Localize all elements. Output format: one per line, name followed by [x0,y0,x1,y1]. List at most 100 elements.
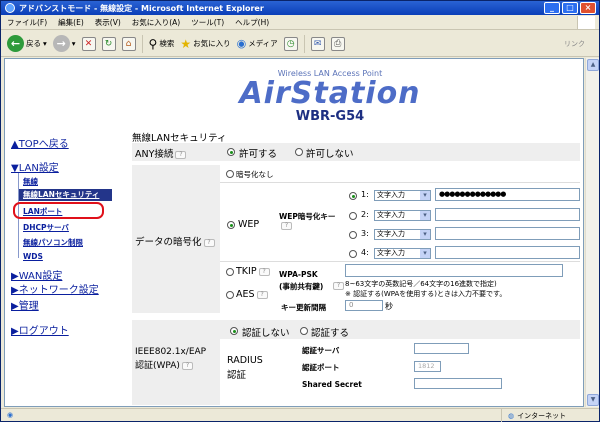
favorites-button[interactable]: ★ お気に入り [180,37,230,51]
refresh-icon[interactable]: ↻ [101,36,116,51]
page-title: 無線LANセキュリティ [132,133,227,144]
shared-secret-input[interactable] [414,378,502,389]
zone-label: インターネット [517,411,567,420]
status-bar: ◉ ◍ インターネット [1,408,599,422]
auth-server-input[interactable] [414,343,469,354]
wep-key4-type-select[interactable]: 文字入力 [374,248,431,259]
menu-help[interactable]: ヘルプ(H) [235,17,269,28]
ie-icon [5,3,15,13]
any-deny-radio[interactable] [295,148,303,156]
wep-key2-radio[interactable] [349,212,357,220]
maximize-button[interactable]: □ [562,2,578,14]
wep-key1-input[interactable]: ●●●●●●●●●●●●● [435,188,580,201]
close-button[interactable]: × [580,2,596,14]
enc-none-radio[interactable] [226,170,234,178]
wep-key3-type-select[interactable]: 文字入力 [374,229,431,240]
any-allow-radio[interactable] [227,148,235,156]
ieee-label2-text: 認証(WPA) [135,361,180,371]
window-title: アドバンストモード - 無線設定 - Microsoft Internet Ex… [19,3,264,13]
print-icon[interactable]: ⎙ [330,36,345,51]
encryption-label: データの暗号化? [135,234,215,248]
enc-wep-label: WEP [238,219,260,230]
interval-unit: 秒 [385,302,393,311]
wep-key3-input[interactable] [435,227,580,240]
page-status-icon: ◉ [7,411,14,419]
media-button[interactable]: ◉ メディア [237,37,278,50]
model-name: WBR-G54 [295,109,365,124]
nav-dhcp[interactable]: DHCPサーバ [23,222,69,233]
nav-pc-restrict[interactable]: 無線パソコン制限 [23,237,83,248]
nav-lan-settings[interactable]: ▼LAN設定 [11,159,59,174]
menu-file[interactable]: ファイル(F) [7,17,47,28]
interval-input[interactable]: 0 [345,300,383,311]
highlight-circle [13,202,104,219]
psk-note1: 8~63文字の英数記号／64文字の16進数で指定) [345,280,497,288]
history-icon[interactable]: ◷ [283,36,298,51]
chevron-down-icon: ▾ [71,39,76,48]
wep-key4-num: 4: [361,248,369,257]
any-row [132,143,580,161]
favorites-label: お気に入り [193,39,231,48]
auth-on-label: 認証する [311,328,350,339]
help-icon[interactable]: ? [175,150,187,159]
wep-key4-radio[interactable] [349,250,357,258]
ieee-label: IEEE802.1x/EAP [135,347,207,357]
menu-edit[interactable]: 編集(E) [58,17,84,28]
nav-wireless[interactable]: 無線 [23,176,38,187]
help-icon[interactable]: ? [203,238,215,247]
wep-key3-num: 3: [361,229,369,238]
menu-favorites[interactable]: お気に入り(A) [132,17,180,28]
forward-button[interactable]: → ▾ [52,35,76,52]
nav-wds[interactable]: WDS [23,252,43,261]
nav-wireless-security[interactable]: 無線LANセキュリティ [19,189,112,201]
wep-key1-type-select[interactable]: 文字入力 [374,190,431,201]
auth-on-radio[interactable] [300,327,308,335]
nav-top-link[interactable]: ▲TOPへ戻る [11,135,69,150]
back-arrow-icon: ← [7,35,24,52]
menu-tools[interactable]: ツール(T) [191,17,224,28]
media-icon: ◉ [236,37,247,50]
scroll-down-icon[interactable]: ▼ [587,394,599,406]
back-label: 戻る [26,39,41,48]
auth-off-radio[interactable] [230,327,238,335]
divider [220,261,580,262]
forward-arrow-icon: → [52,35,70,52]
wep-key1-radio[interactable] [349,192,357,200]
browser-window: アドバンストモード - 無線設定 - Microsoft Internet Ex… [0,0,600,422]
vertical-scrollbar[interactable]: ▲ ▼ [585,58,599,407]
wep-key2-type-select[interactable]: 文字入力 [374,210,431,221]
back-button[interactable]: ← 戻る ▾ [7,35,47,52]
help-icon[interactable]: ? [258,267,270,276]
nav-wan-settings[interactable]: ▶WAN設定 [11,267,62,282]
help-icon[interactable]: ? [256,290,268,299]
auth-port-input[interactable]: 1812 [414,361,441,372]
mail-icon[interactable]: ✉ [310,36,325,51]
help-icon[interactable]: ? [333,282,344,290]
wep-key4-input[interactable] [435,246,580,259]
links-label[interactable]: リンク [564,39,585,49]
menu-bar: ファイル(F) 編集(E) 表示(V) お気に入り(A) ツール(T) ヘルプ(… [1,16,599,30]
nav-admin[interactable]: ▶管理 [11,297,39,312]
enc-wep-radio[interactable] [227,221,235,229]
nav-network-settings[interactable]: ▶ネットワーク設定 [11,281,99,296]
any-label: ANY接続? [135,146,187,160]
any-allow-label: 許可する [239,149,278,160]
psk-input[interactable] [345,264,563,277]
nav-logout[interactable]: ▶ログアウト [11,322,69,337]
wep-key3-radio[interactable] [349,231,357,239]
wep-key2-input[interactable] [435,208,580,221]
stop-icon[interactable]: ✕ [81,36,96,51]
minimize-button[interactable]: _ [544,2,560,14]
search-button[interactable]: ⚲ 検索 [149,37,175,51]
home-icon[interactable]: ⌂ [121,36,136,51]
interval-label: キー更新間隔 [281,303,326,312]
enc-tkip-radio[interactable] [226,268,234,276]
help-icon[interactable]: ? [181,361,193,370]
auth-port-label: 認証ポート [302,363,340,372]
scroll-up-icon[interactable]: ▲ [587,59,599,71]
radius-label2: 認証 [227,370,247,381]
enc-aes-radio[interactable] [226,291,234,299]
enc-aes-text: AES [236,289,255,300]
menu-view[interactable]: 表示(V) [95,17,121,28]
help-icon[interactable]: ? [281,222,292,230]
